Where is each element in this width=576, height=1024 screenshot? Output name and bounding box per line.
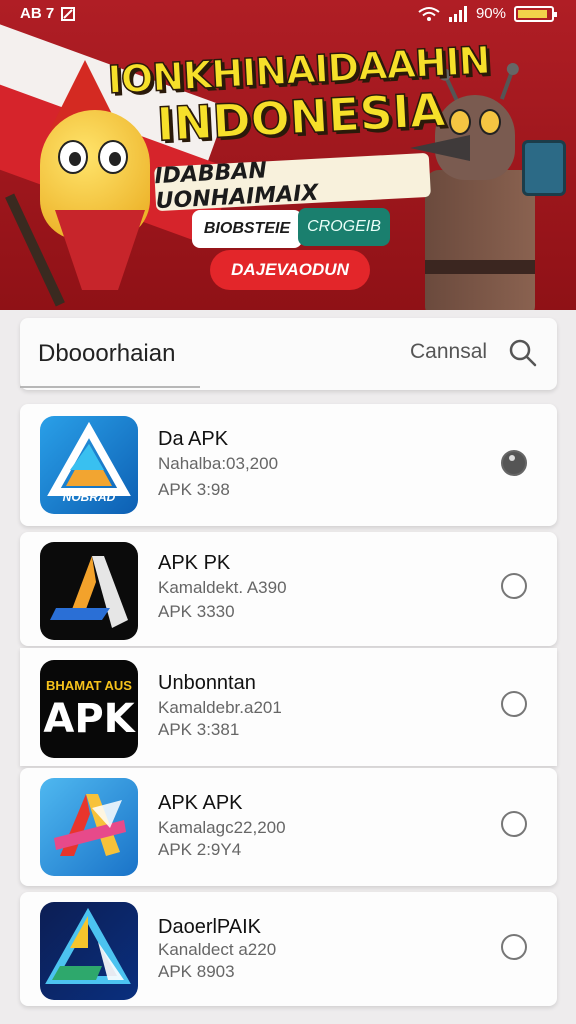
app-list-item[interactable]: NOBRAD Da APK Nahalba:03,200 APK 3:98 (20, 404, 557, 526)
cell-signal-icon (448, 5, 467, 22)
apk-logo-icon (50, 556, 128, 628)
cancel-button[interactable]: Cannsal (410, 340, 487, 364)
app-icon (40, 902, 138, 1000)
mascot-eye-left (58, 140, 88, 174)
app-subtitle: Nahalba:03,200 (158, 454, 279, 473)
app-subtitle: Kamaldebr.a201 (158, 698, 282, 717)
mascot-scarf (55, 210, 145, 290)
robot-antenna-right (499, 70, 515, 100)
app-version: APK 3:98 (158, 480, 230, 499)
apk-logo-icon (45, 907, 131, 984)
battery-fill (518, 9, 547, 18)
app-name: Da APK (158, 428, 229, 450)
app-name: APK APK (158, 792, 243, 814)
battery-icon (514, 5, 557, 22)
status-left: AB 7 (20, 5, 76, 22)
banner-cta-button[interactable]: DAJEVAODUN (210, 250, 370, 290)
app-subtitle: Kamaldekt. A390 (158, 578, 287, 597)
promo-banner[interactable]: IONKHINAIDAAHIN INDONESIA IDABBAN UONHAI… (0, 0, 576, 310)
app-subtitle: Kanaldect a220 (158, 940, 277, 959)
app-list-item[interactable]: APK APK Kamalagc22,200 APK 2:9Y4 (20, 768, 557, 886)
app-radio[interactable] (501, 934, 527, 960)
app-icon: BHAMAT AUS APK (40, 660, 138, 758)
app-list-item[interactable]: DaoerlPAIK Kanaldect a220 APK 8903 (20, 892, 557, 1006)
app-version: APK 2:9Y4 (158, 840, 242, 859)
app-icon (40, 542, 138, 640)
app-subtitle: Kamalagc22,200 (158, 818, 286, 837)
status-bar: AB 7 90% (0, 0, 576, 30)
app-list-item[interactable]: APK PK Kamaldekt. A390 APK 3330 (20, 532, 557, 646)
notification-icon (61, 6, 76, 21)
app-icon (40, 778, 138, 876)
app-name: DaoerlPAIK (158, 916, 262, 938)
status-right: 90% (418, 5, 557, 22)
app-icon-big-text: APK (43, 696, 135, 742)
app-version: APK 3:381 (158, 720, 240, 739)
apk-logo-icon (54, 794, 126, 856)
search-bar: Cannsal (20, 318, 557, 390)
battery-nub (554, 11, 557, 17)
banner-tag-white: BIOBSTEIE (192, 210, 302, 248)
app-radio[interactable] (501, 691, 527, 717)
app-icon-text: BHAMAT AUS (46, 678, 132, 693)
search-underline (20, 386, 200, 388)
app-list-item[interactable]: BHAMAT AUS APK Unbonntan Kamaldebr.a201 … (20, 648, 557, 766)
battery-percent: 90% (475, 5, 506, 22)
banner-tag-teal: CROGEIB (298, 208, 390, 246)
robot-device (522, 140, 566, 196)
app-icon: NOBRAD (40, 416, 138, 514)
app-radio[interactable] (501, 450, 527, 476)
robot-belt (425, 260, 535, 274)
banner-subline: IDABBAN UONHAIMAIX (154, 152, 431, 214)
app-version: APK 8903 (158, 962, 235, 981)
app-radio[interactable] (501, 573, 527, 599)
status-left-text: AB 7 (20, 5, 55, 22)
robot-body (425, 170, 535, 310)
app-version: APK 3330 (158, 602, 235, 621)
search-icon[interactable] (508, 338, 538, 368)
app-icon-text: NOBRAD (62, 490, 116, 504)
app-name: APK PK (158, 552, 231, 574)
app-radio[interactable] (501, 811, 527, 837)
wifi-icon (418, 6, 440, 21)
search-input[interactable] (38, 334, 358, 374)
app-name: Unbonntan (158, 672, 256, 694)
